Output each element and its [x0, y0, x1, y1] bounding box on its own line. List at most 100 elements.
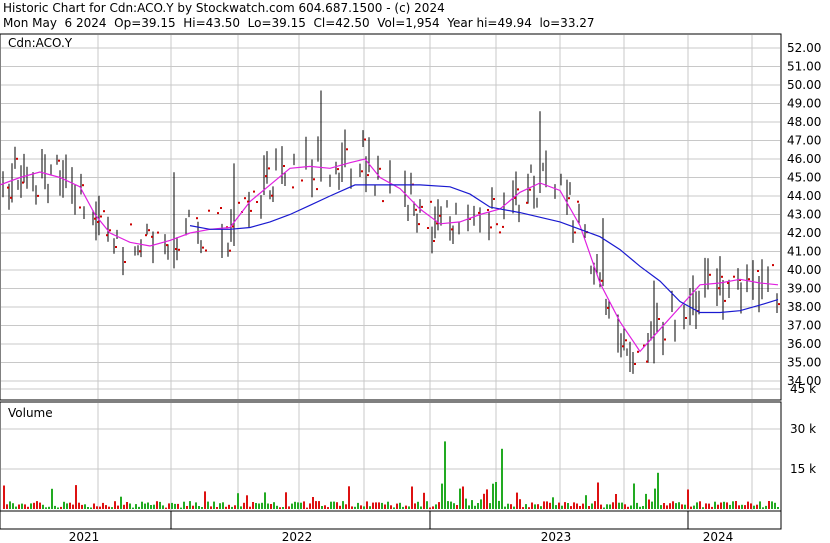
volume-bar: [642, 506, 644, 509]
close-dot: [109, 229, 111, 232]
volume-bar: [90, 507, 92, 509]
volume-bar: [711, 506, 713, 509]
volume-bar: [216, 507, 218, 509]
volume-bar: [561, 505, 563, 509]
volume-bar: [111, 507, 113, 509]
volume-bar: [213, 501, 215, 509]
volume-bar: [528, 507, 530, 509]
volume-bar: [348, 486, 350, 509]
volume-bar: [240, 506, 242, 509]
volume-bar: [336, 502, 338, 509]
close-dot: [478, 211, 480, 214]
volume-bar: [633, 483, 635, 509]
volume-bar: [495, 482, 497, 509]
close-dot: [625, 339, 627, 342]
volume-bar: [171, 502, 173, 509]
close-dot: [301, 179, 303, 182]
close-dot: [256, 201, 258, 203]
volume-bar: [630, 505, 632, 509]
volume-bar: [102, 502, 104, 509]
volume-bar: [444, 441, 446, 509]
close-dot: [157, 231, 159, 234]
close-dot: [367, 174, 369, 177]
close-dot: [427, 227, 429, 229]
volume-bar: [279, 507, 281, 509]
volume-bar: [183, 501, 185, 509]
volume-bar: [180, 507, 182, 509]
close-dot: [265, 175, 267, 178]
volume-bar: [156, 501, 158, 509]
volume-bar: [408, 506, 410, 509]
volume-bar: [27, 506, 29, 509]
volume-bar: [537, 504, 539, 509]
volume-bar: [402, 506, 404, 509]
price-tick-label: 36.00: [787, 337, 821, 351]
close-dot: [124, 261, 126, 263]
close-dot: [268, 167, 270, 170]
close-dot: [601, 279, 603, 282]
close-dot: [115, 246, 117, 248]
volume-bar: [771, 501, 773, 509]
volume-bar: [747, 501, 749, 509]
close-dot: [79, 206, 81, 209]
volume-bar: [741, 504, 743, 509]
volume-bar: [153, 504, 155, 509]
year-label: 2022: [282, 530, 313, 543]
close-dot: [229, 249, 231, 252]
volume-bar: [48, 506, 50, 509]
close-dot: [487, 209, 489, 211]
close-dot: [205, 249, 207, 252]
volume-panel-frame: [0, 401, 782, 512]
volume-bar: [297, 502, 299, 509]
volume-bar: [36, 501, 38, 509]
volume-bar: [42, 504, 44, 509]
price-panel-frame: [0, 33, 782, 401]
volume-bar: [594, 501, 596, 509]
volume-bar: [660, 505, 662, 509]
volume-bar: [582, 503, 584, 509]
close-dot: [94, 217, 96, 220]
close-dot: [517, 188, 519, 191]
volume-bar: [84, 504, 86, 509]
volume-bar: [330, 501, 332, 509]
volume-bar: [291, 503, 293, 509]
close-dot: [382, 200, 384, 203]
volume-bar: [429, 507, 431, 509]
volume-bar: [546, 501, 548, 509]
volume-bar: [150, 505, 152, 509]
volume-bar: [45, 507, 47, 509]
volume-bar: [438, 502, 440, 509]
volume-bar: [51, 488, 53, 509]
volume-bar: [87, 507, 89, 509]
volume-bar: [450, 501, 452, 509]
volume-bar: [30, 503, 32, 509]
volume-bar: [105, 505, 107, 509]
volume-bar: [513, 506, 515, 509]
volume-bar: [252, 502, 254, 509]
volume-bar: [285, 492, 287, 509]
volume-bar: [480, 499, 482, 509]
price-tick-label: 49.00: [787, 97, 821, 111]
volume-bar: [69, 502, 71, 509]
close-dot: [196, 217, 198, 220]
volume-bar: [519, 499, 521, 509]
volume-bar: [381, 502, 383, 509]
close-dot: [379, 167, 381, 170]
volume-bar: [339, 505, 341, 509]
volume-bar: [603, 507, 605, 509]
close-dot: [637, 350, 639, 353]
volume-bar: [33, 502, 35, 509]
close-dot: [22, 181, 24, 184]
price-tick-label: 43.00: [787, 208, 821, 222]
close-dot: [292, 186, 294, 189]
close-dot: [733, 275, 735, 278]
price-tick-label: 35.00: [787, 356, 821, 370]
close-dot: [238, 201, 240, 204]
volume-bar: [6, 504, 8, 509]
price-tick-label: 47.00: [787, 134, 821, 148]
volume-bar: [648, 499, 650, 509]
volume-bar: [732, 501, 734, 509]
volume-bar: [657, 472, 659, 509]
volume-bar: [354, 506, 356, 509]
volume-bar: [15, 506, 17, 509]
